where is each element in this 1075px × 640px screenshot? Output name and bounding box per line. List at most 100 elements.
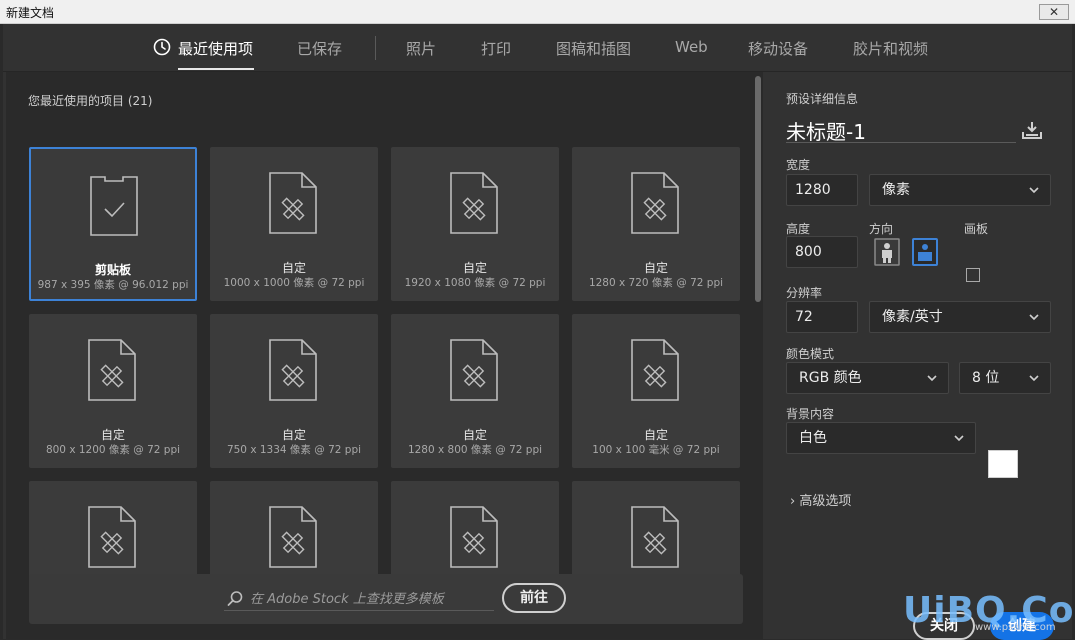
- clipboard-icon: [90, 176, 138, 236]
- recent-item-name: 自定: [643, 261, 668, 275]
- recent-item-meta: 1280 x 720 像素 @ 72 ppi: [588, 277, 724, 289]
- resolution-label: 分辨率: [786, 286, 823, 300]
- landscape-orientation-icon[interactable]: [912, 238, 938, 266]
- recent-item-name: 自定: [281, 261, 306, 275]
- tab-divider: [375, 36, 376, 60]
- recent-item-meta: 1280 x 800 像素 @ 72 ppi: [407, 444, 543, 456]
- stock-search-bar: 前往: [29, 574, 743, 624]
- tab-art-illustration[interactable]: 图稿和插图: [556, 38, 631, 59]
- recent-item-meta: 100 x 100 毫米 @ 72 ppi: [592, 444, 720, 456]
- stock-search-field: [224, 587, 494, 611]
- color-mode-label: 颜色模式: [786, 347, 835, 361]
- category-tabs: 最近使用项 已保存 照片 打印 图稿和插图 Web 移动设备 胶片和视频: [3, 24, 1072, 72]
- active-tab-indicator: [178, 68, 254, 70]
- tab-mobile[interactable]: 移动设备: [748, 38, 808, 59]
- recent-item-meta: 750 x 1334 像素 @ 72 ppi: [226, 444, 362, 456]
- recent-item-meta: 800 x 1200 像素 @ 72 ppi: [45, 444, 181, 456]
- color-mode-select[interactable]: RGB 颜色: [786, 362, 949, 394]
- width-unit-select[interactable]: 像素: [869, 174, 1051, 206]
- recent-item[interactable]: 自定 1280 x 800 像素 @ 72 ppi: [391, 314, 559, 468]
- height-label: 高度: [786, 222, 811, 236]
- chevron-down-icon: [1029, 314, 1039, 321]
- recent-item[interactable]: 自定 1000 x 1000 像素 @ 72 ppi: [210, 147, 378, 301]
- recent-item[interactable]: 自定 1280 x 720 像素 @ 72 ppi: [572, 147, 740, 301]
- bit-depth-value: 8 位: [972, 370, 1000, 386]
- recent-item-name: 自定: [462, 428, 487, 442]
- document-name-underline: [786, 142, 1016, 143]
- recent-item-name: 自定: [100, 428, 125, 442]
- recent-heading-text: 您最近使用的项目: [28, 94, 125, 108]
- document-icon: [631, 506, 679, 568]
- advanced-options-label: 高级选项: [799, 494, 852, 509]
- stock-search-input[interactable]: [250, 590, 490, 608]
- chevron-right-icon: ›: [790, 494, 796, 509]
- preset-details-panel: 预设详细信息 未标题-1 宽度 1280 像素 高度 800 方向 画板 分辨率…: [766, 72, 1072, 640]
- watermark-url: www.psahz.com: [975, 622, 1056, 633]
- resolution-input[interactable]: 72: [786, 301, 858, 333]
- height-input[interactable]: 800: [786, 236, 858, 268]
- recent-item-meta: 987 x 395 像素 @ 96.012 ppi: [37, 279, 189, 291]
- background-value: 白色: [799, 430, 827, 446]
- preset-heading: 预设详细信息: [786, 92, 859, 106]
- document-icon: [269, 506, 317, 568]
- orientation-label: 方向: [869, 222, 894, 236]
- chevron-down-icon: [1029, 187, 1039, 194]
- tab-saved[interactable]: 已保存: [297, 38, 342, 59]
- bit-depth-select[interactable]: 8 位: [959, 362, 1051, 394]
- recent-items-panel: 您最近使用的项目 (21) 剪贴板 987 x 395 像素 @ 96.012 p…: [6, 72, 763, 639]
- recent-item-name: 自定: [643, 428, 668, 442]
- recent-item-selected[interactable]: 剪贴板 987 x 395 像素 @ 96.012 ppi: [29, 147, 197, 301]
- document-icon: [88, 506, 136, 568]
- width-label: 宽度: [786, 158, 811, 172]
- window-titlebar: 新建文档 ✕: [0, 0, 1075, 24]
- background-select[interactable]: 白色: [786, 422, 976, 454]
- chevron-down-icon: [927, 375, 937, 382]
- artboard-label: 画板: [964, 222, 989, 236]
- color-mode-value: RGB 颜色: [799, 370, 862, 386]
- clock-icon: [153, 38, 171, 56]
- document-icon: [450, 339, 498, 401]
- artboard-checkbox[interactable]: [966, 268, 980, 282]
- recent-heading: 您最近使用的项目 (21): [28, 92, 152, 109]
- new-document-dialog: 最近使用项 已保存 照片 打印 图稿和插图 Web 移动设备 胶片和视频 您最近…: [0, 24, 1075, 640]
- window-title: 新建文档: [6, 6, 55, 20]
- document-icon: [631, 339, 679, 401]
- document-icon: [450, 172, 498, 234]
- portrait-orientation-icon[interactable]: [874, 238, 900, 266]
- advanced-options-toggle[interactable]: › 高级选项: [790, 490, 851, 509]
- tab-print[interactable]: 打印: [481, 38, 511, 59]
- save-preset-icon[interactable]: [1020, 120, 1044, 140]
- tab-web[interactable]: Web: [675, 38, 708, 56]
- recent-item[interactable]: 自定 800 x 1200 像素 @ 72 ppi: [29, 314, 197, 468]
- tab-recent[interactable]: 最近使用项: [178, 38, 253, 59]
- document-icon: [631, 172, 679, 234]
- recent-item-meta: 1920 x 1080 像素 @ 72 ppi: [404, 277, 546, 289]
- document-icon: [269, 172, 317, 234]
- chevron-down-icon: [1029, 375, 1039, 382]
- background-color-swatch[interactable]: [988, 450, 1018, 478]
- document-icon: [269, 339, 317, 401]
- search-icon: [227, 591, 243, 606]
- recent-item-meta: 1000 x 1000 像素 @ 72 ppi: [223, 277, 365, 289]
- recent-item-name: 自定: [462, 261, 487, 275]
- width-unit-value: 像素: [882, 182, 910, 198]
- go-button[interactable]: 前往: [502, 583, 566, 613]
- resolution-unit-value: 像素/英寸: [882, 309, 943, 325]
- width-input[interactable]: 1280: [786, 174, 858, 206]
- document-icon: [450, 506, 498, 568]
- recent-item-name: 自定: [281, 428, 306, 442]
- document-name-field[interactable]: 未标题-1: [786, 116, 866, 145]
- recent-item[interactable]: 自定 1920 x 1080 像素 @ 72 ppi: [391, 147, 559, 301]
- scrollbar-thumb[interactable]: [755, 76, 761, 302]
- recent-item[interactable]: 自定 750 x 1334 像素 @ 72 ppi: [210, 314, 378, 468]
- recent-count: (21): [127, 94, 153, 108]
- recent-item-name: 剪贴板: [94, 263, 131, 277]
- recent-scrollbar[interactable]: [755, 76, 761, 562]
- resolution-unit-select[interactable]: 像素/英寸: [869, 301, 1051, 333]
- tab-photo[interactable]: 照片: [406, 38, 436, 59]
- document-icon: [88, 339, 136, 401]
- tab-film-video[interactable]: 胶片和视频: [853, 38, 928, 59]
- recent-item[interactable]: 自定 100 x 100 毫米 @ 72 ppi: [572, 314, 740, 468]
- chevron-down-icon: [954, 435, 964, 442]
- window-close-button[interactable]: ✕: [1039, 4, 1069, 20]
